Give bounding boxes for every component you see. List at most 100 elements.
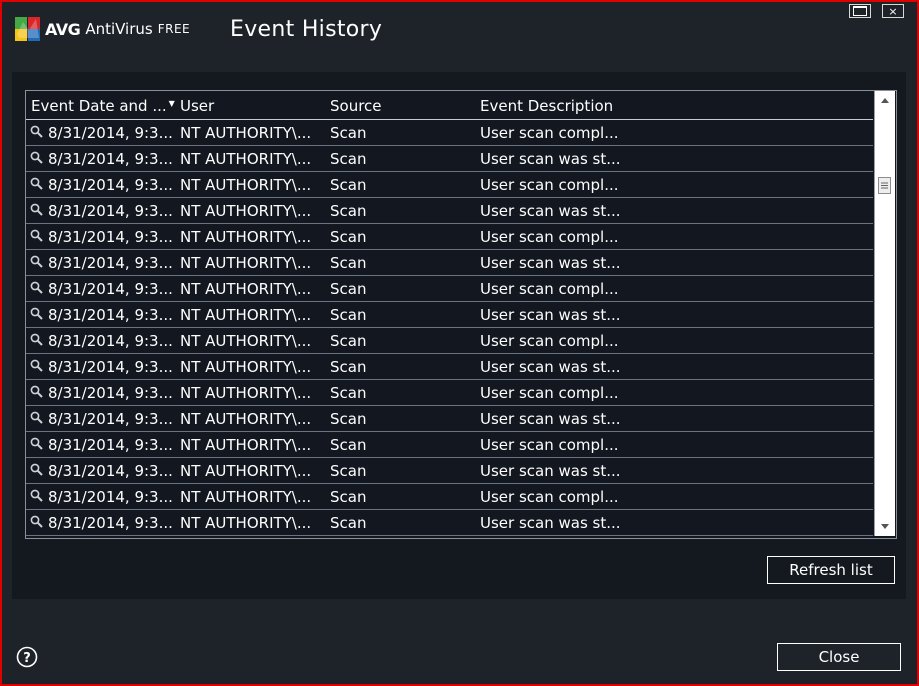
table-row[interactable]: 8/31/2014, 9:3... NT AUTHORITY\... Scan Use… xyxy=(26,458,873,484)
cell-event-description: User scan was st... xyxy=(480,150,621,168)
sort-descending-icon: ▼ xyxy=(168,99,175,108)
table-row[interactable]: 8/31/2014, 9:3... NT AUTHORITY\... Scan Use… xyxy=(26,406,873,432)
cell-event-description: User scan compl... xyxy=(480,228,619,246)
cell-event-date: 8/31/2014, 9:3... xyxy=(48,254,173,272)
cell-event-date: 8/31/2014, 9:3... xyxy=(48,384,173,402)
cell-user: NT AUTHORITY\... xyxy=(180,410,312,428)
column-header-event-date[interactable]: Event Date and ... ▼ xyxy=(31,97,175,115)
scroll-up-arrow-icon[interactable] xyxy=(875,93,895,109)
cell-event-date: 8/31/2014, 9:3... xyxy=(48,488,173,506)
magnifier-icon xyxy=(30,411,43,424)
brand-name: AVG xyxy=(45,19,81,39)
table-row[interactable]: 8/31/2014, 9:3... NT AUTHORITY\... Scan Use… xyxy=(26,354,873,380)
cell-user: NT AUTHORITY\... xyxy=(180,514,312,532)
cell-event-description: User scan was st... xyxy=(480,410,621,428)
cell-source: Scan xyxy=(330,462,367,480)
magnifier-icon xyxy=(30,255,43,268)
cell-user: NT AUTHORITY\... xyxy=(180,358,312,376)
cell-event-date: 8/31/2014, 9:3... xyxy=(48,306,173,324)
table-row[interactable]: 8/31/2014, 9:3... NT AUTHORITY\... Scan Use… xyxy=(26,172,873,198)
cell-user: NT AUTHORITY\... xyxy=(180,332,312,350)
magnifier-icon xyxy=(30,515,43,528)
cell-source: Scan xyxy=(330,488,367,506)
cell-source: Scan xyxy=(330,280,367,298)
table-row[interactable]: 8/31/2014, 9:3... NT AUTHORITY\... Scan Use… xyxy=(26,198,873,224)
cell-source: Scan xyxy=(330,384,367,402)
magnifier-icon xyxy=(30,151,43,164)
table-row[interactable]: 8/31/2014, 9:3... NT AUTHORITY\... Scan Use… xyxy=(26,224,873,250)
vertical-scrollbar[interactable] xyxy=(874,91,895,536)
cell-event-description: User scan compl... xyxy=(480,124,619,142)
cell-user: NT AUTHORITY\... xyxy=(180,462,312,480)
avg-logo-icon xyxy=(15,17,40,41)
column-header-event-description[interactable]: Event Description xyxy=(480,97,613,115)
cell-user: NT AUTHORITY\... xyxy=(180,228,312,246)
cell-source: Scan xyxy=(330,202,367,220)
scroll-down-arrow-icon[interactable] xyxy=(875,518,895,534)
magnifier-icon xyxy=(30,307,43,320)
magnifier-icon xyxy=(30,177,43,190)
cell-user: NT AUTHORITY\... xyxy=(180,176,312,194)
grip-icon xyxy=(881,182,888,189)
table-row[interactable]: 8/31/2014, 9:3... NT AUTHORITY\... Scan Use… xyxy=(26,276,873,302)
close-button[interactable]: Close xyxy=(777,643,901,671)
cell-event-description: User scan compl... xyxy=(480,384,619,402)
magnifier-icon xyxy=(30,437,43,450)
table-row[interactable]: 8/31/2014, 9:3... NT AUTHORITY\... Scan Use… xyxy=(26,380,873,406)
table-row[interactable]: 8/31/2014, 9:3... NT AUTHORITY\... Scan Use… xyxy=(26,432,873,458)
close-icon: × xyxy=(888,4,898,18)
cell-event-description: User scan was st... xyxy=(480,462,621,480)
table-header: Event Date and ... ▼ User Source Event De… xyxy=(26,91,873,120)
avg-logo: AVG AntiVirus FREE xyxy=(14,15,190,43)
cell-user: NT AUTHORITY\... xyxy=(180,202,312,220)
table-row[interactable]: 8/31/2014, 9:3... NT AUTHORITY\... Scan Use… xyxy=(26,120,873,146)
cell-user: NT AUTHORITY\... xyxy=(180,306,312,324)
table-row[interactable]: 8/31/2014, 9:3... NT AUTHORITY\... Scan Use… xyxy=(26,510,873,536)
table-row[interactable]: 8/31/2014, 9:3... NT AUTHORITY\... Scan Use… xyxy=(26,328,873,354)
cell-event-date: 8/31/2014, 9:3... xyxy=(48,150,173,168)
help-icon[interactable]: ? xyxy=(16,646,38,668)
cell-source: Scan xyxy=(330,332,367,350)
table-row[interactable]: 8/31/2014, 9:3... NT AUTHORITY\... Scan Use… xyxy=(26,250,873,276)
content-panel: Event Date and ... ▼ User Source Event De… xyxy=(12,72,906,599)
column-header-user[interactable]: User xyxy=(180,97,214,115)
magnifier-icon xyxy=(30,463,43,476)
cell-source: Scan xyxy=(330,514,367,532)
table-row[interactable]: 8/31/2014, 9:3... NT AUTHORITY\... Scan Use… xyxy=(26,302,873,328)
table-row[interactable]: 8/31/2014, 9:3... NT AUTHORITY\... Scan Use… xyxy=(26,146,873,172)
cell-event-date: 8/31/2014, 9:3... xyxy=(48,280,173,298)
refresh-list-button[interactable]: Refresh list xyxy=(767,556,895,584)
cell-user: NT AUTHORITY\... xyxy=(180,124,312,142)
title-bar: AVG AntiVirus FREE Event History × xyxy=(2,2,917,64)
help-glyph: ? xyxy=(23,651,31,666)
column-header-label: Event Date and ... xyxy=(31,97,167,115)
cell-source: Scan xyxy=(330,436,367,454)
column-header-source[interactable]: Source xyxy=(330,97,382,115)
cell-event-date: 8/31/2014, 9:3... xyxy=(48,124,173,142)
cell-source: Scan xyxy=(330,410,367,428)
cell-source: Scan xyxy=(330,358,367,376)
magnifier-icon xyxy=(30,281,43,294)
magnifier-icon xyxy=(30,333,43,346)
window-close-button[interactable]: × xyxy=(882,4,904,18)
maximize-button[interactable] xyxy=(849,4,871,18)
cell-event-date: 8/31/2014, 9:3... xyxy=(48,332,173,350)
cell-event-date: 8/31/2014, 9:3... xyxy=(48,358,173,376)
cell-user: NT AUTHORITY\... xyxy=(180,254,312,272)
table-row[interactable]: 8/31/2014, 9:3... NT AUTHORITY\... Scan Use… xyxy=(26,484,873,510)
scrollbar-thumb[interactable] xyxy=(878,177,891,194)
cell-source: Scan xyxy=(330,176,367,194)
cell-event-description: User scan was st... xyxy=(480,514,621,532)
event-history-window: AVG AntiVirus FREE Event History × Event… xyxy=(0,0,919,686)
magnifier-icon xyxy=(30,229,43,242)
cell-event-description: User scan was st... xyxy=(480,254,621,272)
cell-user: NT AUTHORITY\... xyxy=(180,384,312,402)
cell-event-date: 8/31/2014, 9:3... xyxy=(48,176,173,194)
cell-event-date: 8/31/2014, 9:3... xyxy=(48,436,173,454)
cell-event-date: 8/31/2014, 9:3... xyxy=(48,462,173,480)
cell-user: NT AUTHORITY\... xyxy=(180,436,312,454)
cell-event-description: User scan compl... xyxy=(480,332,619,350)
cell-source: Scan xyxy=(330,254,367,272)
cell-event-description: User scan compl... xyxy=(480,176,619,194)
cell-event-description: User scan compl... xyxy=(480,436,619,454)
